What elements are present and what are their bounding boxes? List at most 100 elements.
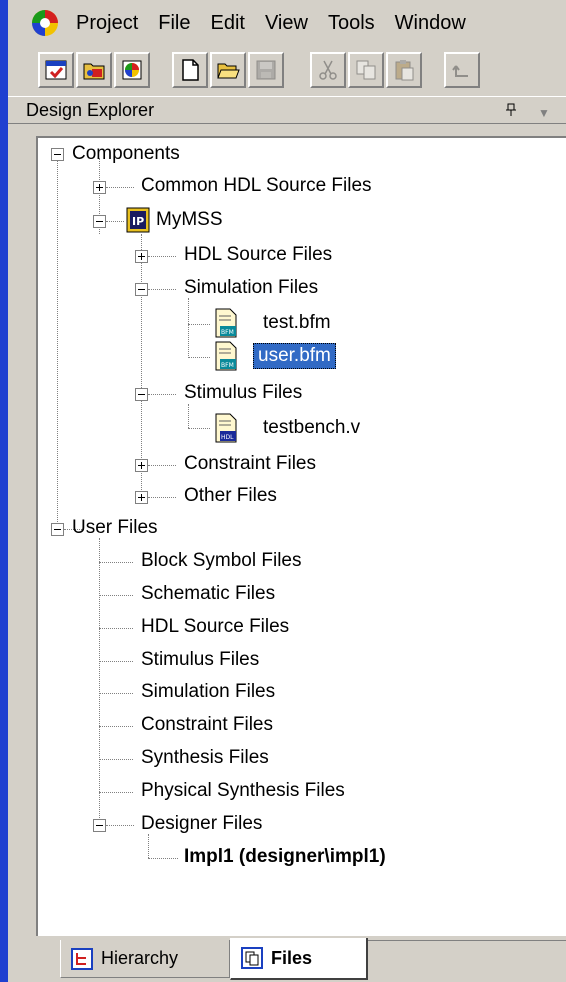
pin-icon[interactable]: [504, 103, 518, 122]
tree-connector: [99, 726, 133, 727]
app-logo-icon: [28, 6, 62, 40]
tree-node-designer-files[interactable]: Designer Files: [141, 813, 262, 835]
save-button[interactable]: [248, 52, 284, 88]
tree-connector: [148, 289, 176, 290]
new-project-icon: [45, 60, 67, 80]
svg-text:HDL: HDL: [221, 434, 234, 441]
tree-connector: [99, 538, 100, 826]
open-project-button[interactable]: [76, 52, 112, 88]
tab-files[interactable]: Files: [230, 938, 368, 980]
tree-node-other-files[interactable]: Other Files: [184, 485, 277, 507]
tree-node-user-hdl-source-files[interactable]: HDL Source Files: [141, 616, 289, 638]
tree-connector: [99, 595, 133, 596]
expand-toggle-common-hdl[interactable]: [93, 181, 106, 194]
files-icon: [241, 947, 263, 969]
tab-hierarchy[interactable]: Hierarchy: [60, 940, 230, 978]
collapse-toggle-stimulus[interactable]: [135, 388, 148, 401]
tree-node-components[interactable]: Components: [72, 143, 180, 165]
bfm-file-icon: BFM: [214, 341, 238, 376]
copy-icon: [356, 60, 376, 80]
menu-bar: Project File Edit View Tools Window: [8, 0, 566, 46]
cut-button[interactable]: [310, 52, 346, 88]
design-tree[interactable]: Components Common HDL Source Files IP My…: [36, 136, 566, 936]
menu-tools[interactable]: Tools: [320, 12, 387, 35]
menu-project[interactable]: Project: [68, 12, 150, 35]
tree-connector: [106, 187, 134, 188]
tree-connector: [188, 324, 210, 325]
expand-toggle-other[interactable]: [135, 491, 148, 504]
tree-node-schematic-files[interactable]: Schematic Files: [141, 583, 275, 605]
undo-button[interactable]: [444, 52, 480, 88]
menu-view[interactable]: View: [257, 12, 320, 35]
tree-connector: [99, 693, 133, 694]
new-file-button[interactable]: [172, 52, 208, 88]
tree-node-hdl-source-files[interactable]: HDL Source Files: [184, 244, 332, 266]
ip-core-icon: IP: [126, 207, 150, 238]
tree-node-user-files[interactable]: User Files: [72, 517, 158, 539]
tree-connector: [188, 428, 210, 429]
open-project-icon: [83, 63, 105, 80]
design-explorer-header: Design Explorer ▼: [8, 96, 566, 124]
open-file-button[interactable]: [210, 52, 246, 88]
tree-node-test-bfm[interactable]: test.bfm: [263, 312, 331, 334]
save-icon: [256, 60, 276, 80]
project-settings-button[interactable]: [114, 52, 150, 88]
tree-connector: [188, 298, 189, 358]
hdl-file-icon: HDL: [214, 413, 238, 448]
tree-connector: [99, 661, 133, 662]
svg-text:IP: IP: [132, 215, 144, 228]
cut-icon: [319, 60, 337, 80]
tree-connector: [188, 357, 210, 358]
tree-node-user-stimulus-files[interactable]: Stimulus Files: [141, 649, 259, 671]
collapse-toggle-user-files[interactable]: [51, 523, 64, 536]
tree-connector: [148, 465, 176, 466]
svg-text:BFM: BFM: [221, 329, 234, 336]
tree-node-impl1[interactable]: Impl1 (designer\impl1): [184, 846, 386, 868]
collapse-toggle-simulation[interactable]: [135, 283, 148, 296]
tree-connector: [148, 394, 176, 395]
tab-hierarchy-label: Hierarchy: [101, 948, 179, 968]
expand-toggle-hdl-source[interactable]: [135, 250, 148, 263]
tree-node-block-symbol-files[interactable]: Block Symbol Files: [141, 550, 302, 572]
tree-connector: [106, 825, 134, 826]
expand-toggle-constraint[interactable]: [135, 459, 148, 472]
tree-node-testbench-v[interactable]: testbench.v: [263, 417, 360, 439]
tree-node-user-bfm[interactable]: user.bfm: [253, 343, 336, 369]
application-window: Project File Edit View Tools Window Desi…: [0, 0, 566, 982]
toolbar: [8, 46, 566, 96]
tree-connector: [99, 562, 133, 563]
tree-node-constraint-files[interactable]: Constraint Files: [184, 453, 316, 475]
tree-connector: [148, 497, 176, 498]
copy-button[interactable]: [348, 52, 384, 88]
paste-button[interactable]: [386, 52, 422, 88]
menu-edit[interactable]: Edit: [202, 12, 256, 35]
collapse-toggle-components[interactable]: [51, 148, 64, 161]
tree-connector: [99, 792, 133, 793]
tree-node-synthesis-files[interactable]: Synthesis Files: [141, 747, 269, 769]
chevron-down-icon[interactable]: ▼: [538, 106, 550, 120]
tab-strip-filler: [368, 940, 566, 979]
panel-title: Design Explorer: [26, 100, 155, 120]
tree-node-user-constraint-files[interactable]: Constraint Files: [141, 714, 273, 736]
tree-node-physical-synthesis-files[interactable]: Physical Synthesis Files: [141, 780, 345, 802]
undo-icon: [452, 65, 468, 77]
tab-files-label: Files: [271, 947, 313, 968]
tree-node-user-simulation-files[interactable]: Simulation Files: [141, 681, 275, 703]
window-frame-border: [0, 0, 8, 982]
svg-text:BFM: BFM: [221, 362, 234, 369]
collapse-toggle-designer-files[interactable]: [93, 819, 106, 832]
tree-node-common-hdl-source-files[interactable]: Common HDL Source Files: [141, 175, 372, 197]
new-project-button[interactable]: [38, 52, 74, 88]
menu-file[interactable]: File: [150, 12, 202, 35]
tree-connector: [57, 158, 58, 528]
bfm-file-icon: BFM: [214, 308, 238, 343]
explorer-tabs: Hierarchy Files: [8, 936, 566, 982]
menu-window[interactable]: Window: [387, 12, 478, 35]
tree-connector: [148, 858, 178, 859]
collapse-toggle-mymss[interactable]: [93, 215, 106, 228]
new-file-icon: [182, 59, 199, 81]
tree-node-mymss[interactable]: MyMSS: [156, 209, 223, 231]
tree-node-simulation-files[interactable]: Simulation Files: [184, 277, 318, 299]
tree-node-stimulus-files[interactable]: Stimulus Files: [184, 382, 302, 404]
open-file-icon: [217, 63, 240, 79]
